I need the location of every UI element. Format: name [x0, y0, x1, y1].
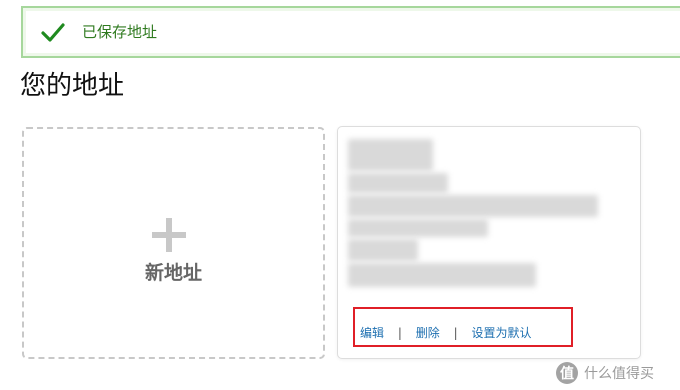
separator: |: [397, 326, 402, 340]
watermark: 值 什么值得买: [556, 361, 654, 385]
address-actions-highlight: 编辑 | 删除 | 设置为默认: [353, 307, 573, 347]
blurred-address-text: [348, 139, 608, 289]
delete-link[interactable]: 删除: [416, 326, 440, 340]
separator: |: [453, 326, 458, 340]
watermark-logo: 值: [556, 362, 578, 384]
add-address-label: 新地址: [144, 262, 202, 284]
page-title: 您的地址: [20, 71, 125, 101]
plus-icon: [152, 218, 186, 252]
set-default-link[interactable]: 设置为默认: [471, 326, 531, 340]
watermark-text: 什么值得买: [584, 366, 654, 382]
address-card: 编辑 | 删除 | 设置为默认: [337, 126, 641, 359]
alert-message: 已保存地址: [82, 23, 158, 41]
edit-link[interactable]: 编辑: [360, 326, 384, 340]
check-icon: [41, 23, 65, 42]
add-address-card[interactable]: 新地址: [22, 127, 325, 359]
success-alert: 已保存地址: [21, 6, 680, 58]
